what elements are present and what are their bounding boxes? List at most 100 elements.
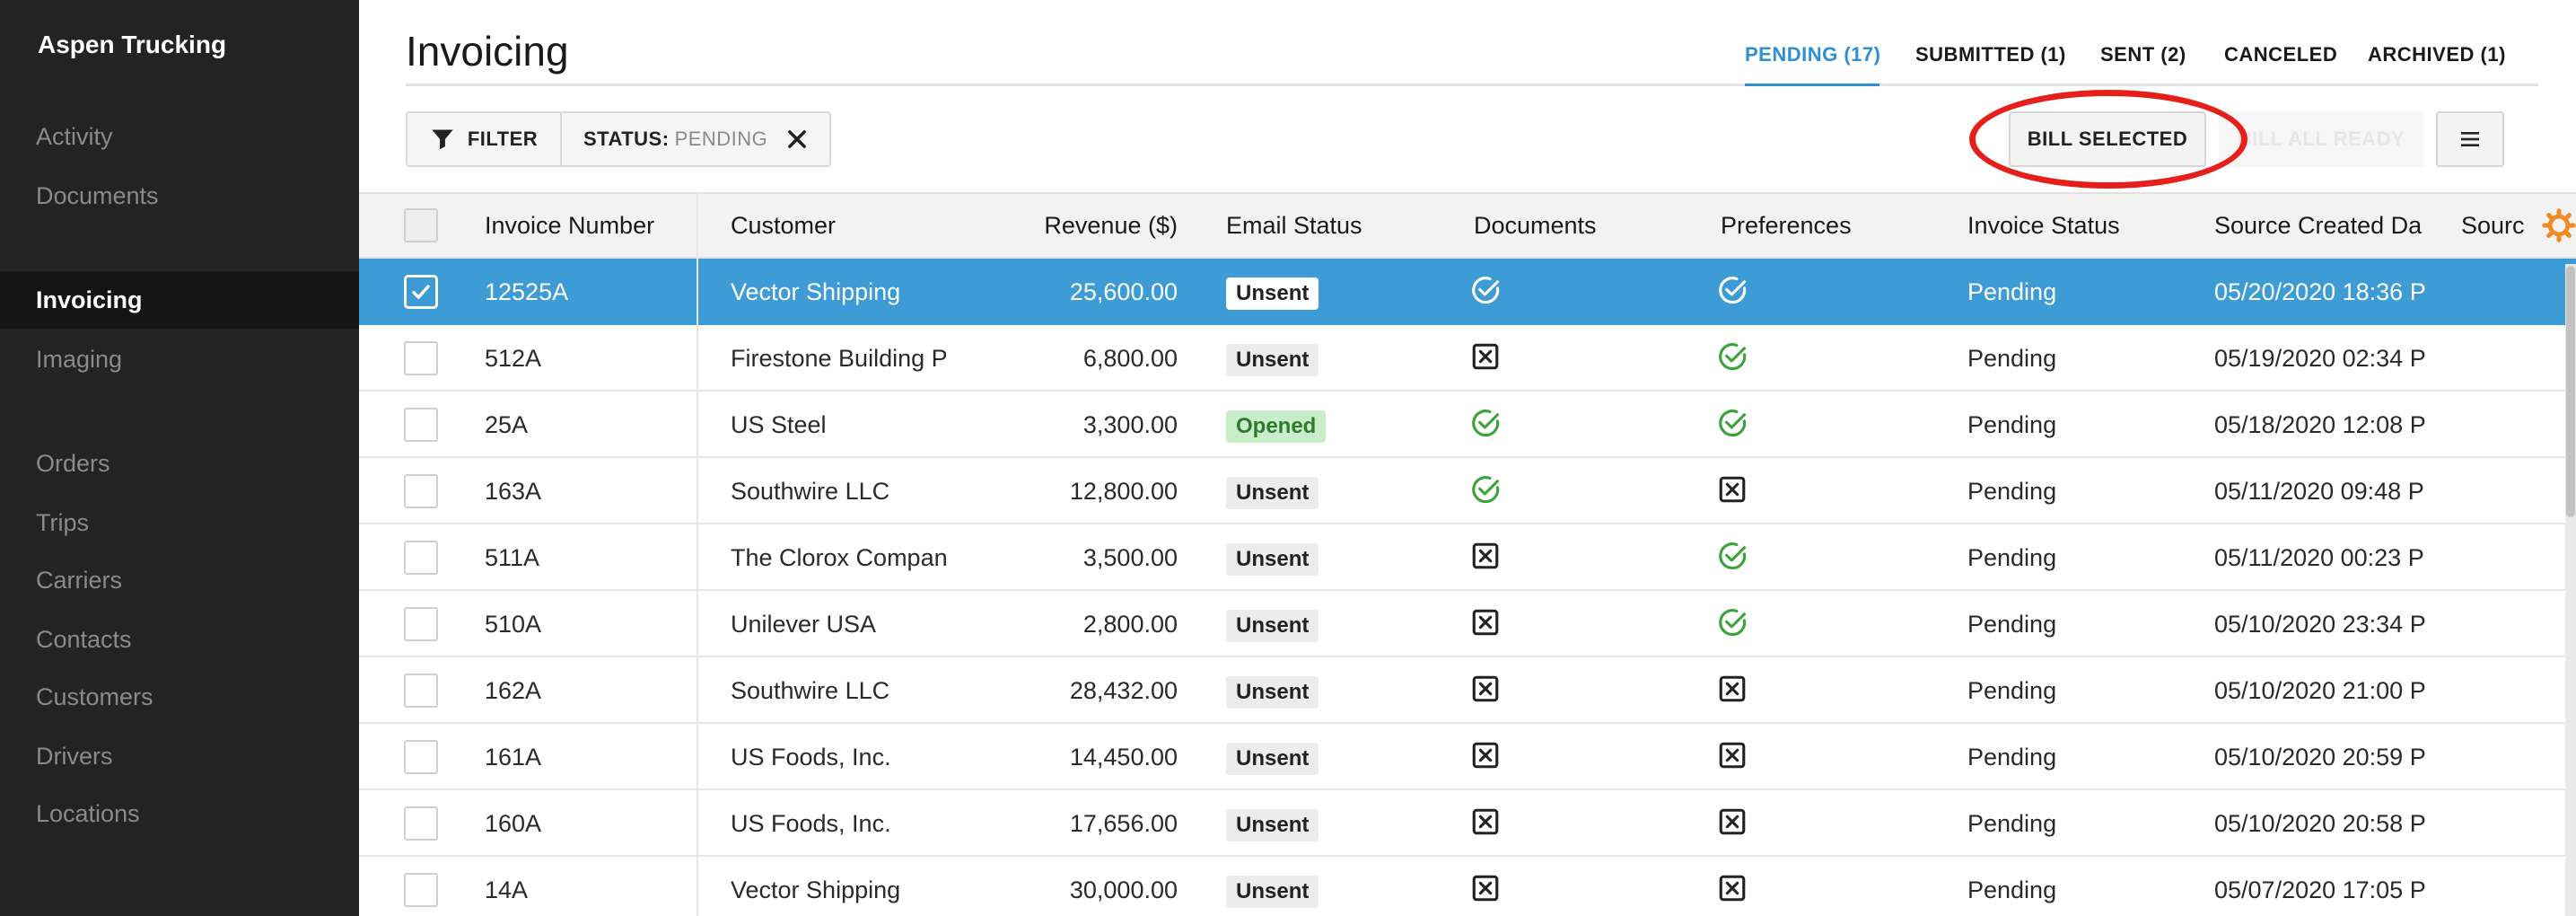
revenue-cell: 14,450.00 — [1069, 744, 1178, 771]
x-square-icon — [1717, 740, 1748, 771]
filter-label: FILTER — [467, 128, 539, 150]
source-created-date-cell: 05/10/2020 20:58 P — [2214, 810, 2426, 837]
row-checkbox[interactable] — [404, 341, 438, 375]
table-row[interactable]: 14A Vector Shipping 30,000.00 Unsent Pending… — [359, 857, 2576, 916]
email-status-cell: Unsent — [1226, 790, 1441, 855]
email-status-badge: Unsent — [1226, 742, 1319, 775]
sidebar-item-orders[interactable]: Orders — [0, 435, 359, 492]
check-circle-icon — [1470, 408, 1501, 438]
sidebar-item-customers[interactable]: Customers — [0, 668, 359, 726]
table-row[interactable]: 161A US Foods, Inc. 14,450.00 Unsent Pending… — [359, 724, 2576, 790]
sidebar-item-invoicing[interactable]: Invoicing — [0, 271, 359, 329]
invoice-number-cell[interactable]: 12525A — [485, 259, 691, 323]
table-row[interactable]: 160A US Foods, Inc. 17,656.00 Unsent Pending… — [359, 790, 2576, 857]
sidebar-item-drivers[interactable]: Drivers — [0, 727, 359, 785]
revenue-cell: 28,432.00 — [1069, 677, 1178, 704]
menu-button[interactable] — [2436, 111, 2504, 167]
invoice-number-cell[interactable]: 25A — [485, 392, 691, 456]
status-chip-key: STATUS: — [583, 128, 670, 150]
revenue-cell: 3,300.00 — [1082, 411, 1178, 438]
invoice-number-cell[interactable]: 162A — [485, 657, 691, 722]
table-row[interactable]: 163A Southwire LLC 12,800.00 Unsent Pending 0… — [359, 458, 2576, 524]
x-square-icon — [1470, 341, 1501, 372]
check-circle-icon — [1717, 275, 1748, 305]
close-icon[interactable] — [784, 127, 810, 152]
row-checkbox[interactable] — [404, 607, 438, 641]
column-header-preferences[interactable]: Preferences — [1721, 194, 1936, 257]
table-row[interactable]: 512A Firestone Building P 6,800.00 Unsent Pe… — [359, 325, 2576, 392]
email-status-badge: Unsent — [1226, 542, 1319, 576]
sidebar-item-locations[interactable]: Locations — [0, 785, 359, 842]
invoice-number-cell[interactable]: 163A — [485, 458, 691, 523]
source-created-date-cell: 05/10/2020 21:00 P — [2214, 677, 2426, 704]
check-circle-icon — [1470, 474, 1501, 505]
row-checkbox[interactable] — [404, 806, 438, 841]
email-status-cell: Unsent — [1226, 591, 1441, 656]
source-created-date-cell: 05/18/2020 12:08 P — [2214, 411, 2426, 438]
sidebar-item-contacts[interactable]: Contacts — [0, 611, 359, 668]
sidebar-item-carriers[interactable]: Carriers — [0, 551, 359, 609]
email-status-badge: Opened — [1226, 410, 1327, 443]
table-row[interactable]: 12525A Vector Shipping 25,600.00 Unsent Pend… — [359, 259, 2576, 325]
email-status-cell: Unsent — [1226, 458, 1441, 523]
tab-archived[interactable]: ARCHIVED (1) — [2368, 43, 2506, 66]
table-row[interactable]: 25A US Steel 3,300.00 Opened Pending 05/18/20… — [359, 392, 2576, 458]
source-created-date-cell: 05/11/2020 00:23 P — [2214, 544, 2424, 571]
invoice-number-cell[interactable]: 510A — [485, 591, 691, 656]
row-checkbox[interactable] — [404, 408, 438, 442]
sidebar-item-trips[interactable]: Trips — [0, 494, 359, 551]
bill-all-ready-button[interactable]: BILL ALL READY — [2219, 111, 2423, 167]
scrollbar-thumb[interactable] — [2566, 266, 2575, 517]
invoice-status-cell: Pending — [1967, 810, 2057, 837]
x-square-icon — [1717, 806, 1748, 837]
invoice-status-cell: Pending — [1967, 677, 2057, 704]
header-divider — [406, 84, 2538, 86]
column-header-invoice-status[interactable]: Invoice Status — [1967, 194, 2183, 257]
invoice-number-cell[interactable]: 14A — [485, 857, 691, 916]
source-created-date-cell: 05/20/2020 18:36 P — [2214, 278, 2426, 305]
column-header-revenue[interactable]: Revenue ($) — [924, 194, 1178, 257]
column-header-invoice-number[interactable]: Invoice Number — [485, 194, 691, 257]
select-all-checkbox[interactable] — [404, 208, 438, 242]
invoice-number-cell[interactable]: 511A — [485, 524, 691, 589]
invoice-table: Invoice Number Customer Revenue ($) Emai… — [359, 192, 2576, 916]
sidebar-item-documents[interactable]: Documents — [0, 167, 359, 225]
check-circle-icon — [1470, 275, 1501, 305]
invoice-number-cell[interactable]: 161A — [485, 724, 691, 788]
sidebar-item-imaging[interactable]: Imaging — [0, 330, 359, 388]
row-checkbox[interactable] — [404, 474, 438, 508]
tab-canceled[interactable]: CANCELED — [2224, 43, 2337, 66]
table-row[interactable]: 162A Southwire LLC 28,432.00 Unsent Pending 0… — [359, 657, 2576, 724]
column-header-email-status[interactable]: Email Status — [1226, 194, 1441, 257]
row-checkbox[interactable] — [404, 541, 438, 575]
row-checkbox[interactable] — [404, 873, 438, 907]
invoice-status-cell: Pending — [1967, 544, 2057, 571]
invoice-number-cell[interactable]: 512A — [485, 325, 691, 390]
active-tab-indicator — [1745, 84, 1879, 86]
table-row[interactable]: 510A Unilever USA 2,800.00 Unsent Pending 05/… — [359, 591, 2576, 657]
customer-cell: US Foods, Inc. — [731, 744, 891, 771]
invoice-number-cell[interactable]: 160A — [485, 790, 691, 855]
row-checkbox[interactable] — [404, 275, 438, 309]
gear-icon[interactable] — [2542, 208, 2576, 242]
tab-pending[interactable]: PENDING (17) — [1745, 43, 1880, 66]
email-status-badge: Unsent — [1226, 675, 1319, 709]
row-checkbox[interactable] — [404, 740, 438, 774]
funnel-icon — [432, 129, 453, 150]
column-header-source-created-date[interactable]: Source Created Da — [2214, 194, 2458, 257]
customer-cell: US Steel — [731, 411, 827, 438]
bill-selected-button[interactable]: BILL SELECTED — [2009, 111, 2206, 167]
tab-sent[interactable]: SENT (2) — [2100, 43, 2186, 66]
row-checkbox[interactable] — [404, 674, 438, 708]
sidebar-item-activity[interactable]: Activity — [0, 108, 359, 165]
source-created-date-cell: 05/07/2020 17:05 P — [2214, 876, 2426, 903]
tab-submitted[interactable]: SUBMITTED (1) — [1915, 43, 2066, 66]
x-square-icon — [1717, 873, 1748, 903]
x-square-icon — [1470, 806, 1501, 837]
column-header-customer[interactable]: Customer — [731, 194, 946, 257]
column-header-documents[interactable]: Documents — [1474, 194, 1689, 257]
customer-cell: The Clorox Compan — [731, 544, 946, 571]
table-row[interactable]: 511A The Clorox Compan 3,500.00 Unsent Pendi… — [359, 524, 2576, 591]
column-header-source[interactable]: Sourc — [2461, 194, 2524, 257]
filter-button[interactable]: FILTER — [407, 113, 562, 165]
